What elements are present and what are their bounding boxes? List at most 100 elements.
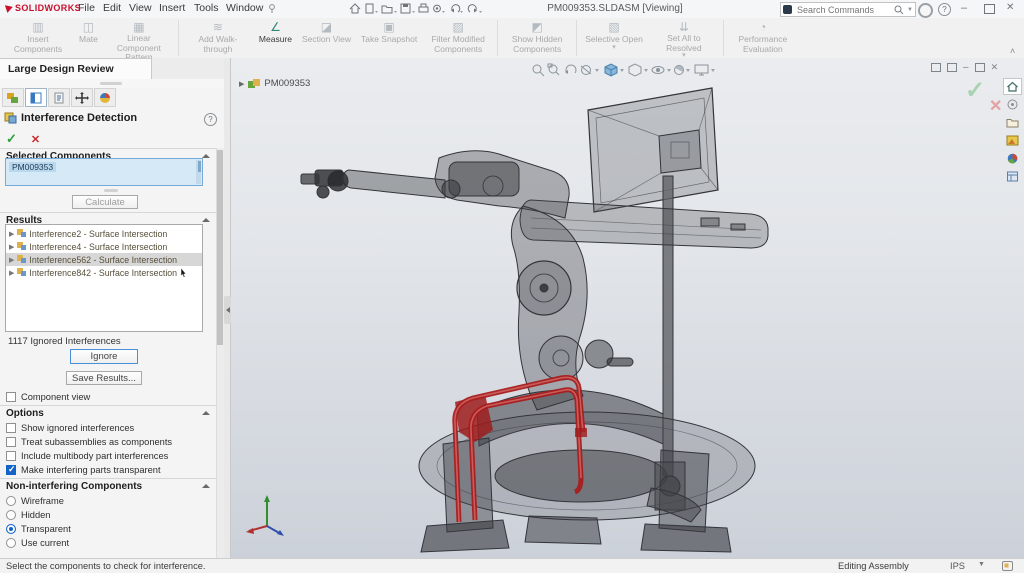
restore-button[interactable] — [984, 4, 995, 14]
tab-large-design-review[interactable]: Large Design Review — [0, 58, 152, 79]
make-transparent-checkbox[interactable] — [6, 464, 16, 475]
panel-scrollbar-thumb[interactable] — [217, 150, 223, 345]
print-icon[interactable] — [418, 3, 429, 13]
search-dropdown-caret[interactable]: ▼ — [907, 7, 913, 13]
panel-drag-handle[interactable] — [100, 82, 122, 85]
file-explorer-tab[interactable] — [1003, 114, 1022, 131]
section-view-button[interactable]: ◪ Section View — [297, 18, 356, 58]
display-style-icon[interactable] — [628, 63, 642, 77]
resources-icon[interactable] — [918, 3, 933, 18]
tree-expand-caret[interactable]: ▶ — [239, 80, 244, 88]
feature-tree-root[interactable]: ▶ PM009353 — [239, 78, 310, 89]
custom-properties-tab[interactable] — [1003, 168, 1022, 185]
edit-appearance-icon[interactable] — [674, 65, 684, 75]
tag-icon[interactable] — [1002, 561, 1013, 571]
redo-icon[interactable] — [467, 4, 482, 13]
transparent-radio[interactable] — [6, 524, 16, 534]
result-item-selected[interactable]: ▶ Interference562 - Surface Intersection — [6, 253, 202, 266]
add-walkthrough-button[interactable]: ≋ Add Walk-through — [182, 18, 254, 58]
design-library-tab[interactable] — [1003, 96, 1022, 113]
result-item[interactable]: ▶ Interference4 - Surface Intersection — [6, 240, 202, 253]
radio-row[interactable]: Hidden — [6, 509, 50, 521]
measure-button[interactable]: ∠ Measure — [254, 18, 297, 58]
confirmation-ok-icon[interactable]: ✓ — [965, 76, 985, 105]
viewport-minimize-button[interactable]: – — [963, 62, 969, 73]
section-non-interfering[interactable]: Non-interfering Components — [0, 478, 216, 492]
minimize-button[interactable]: – — [961, 1, 967, 15]
previous-view-icon[interactable] — [565, 64, 577, 74]
radio-row[interactable]: Use current — [6, 537, 69, 549]
menu-edit[interactable]: Edit — [103, 2, 121, 14]
units-selector[interactable]: IPS — [950, 561, 965, 571]
panel-collapse-handle[interactable] — [224, 296, 231, 324]
linear-component-pattern-button[interactable]: ▦Linear Component Pattern▾ — [103, 18, 175, 69]
tab-configuration-manager[interactable] — [48, 88, 70, 107]
use-current-radio[interactable] — [6, 538, 16, 548]
expand-caret-icon[interactable]: ▶ — [9, 230, 14, 238]
pm-help-icon[interactable]: ? — [204, 113, 217, 126]
zoom-to-area-icon[interactable] — [547, 63, 560, 76]
cancel-button[interactable]: ✕ — [31, 133, 40, 146]
graphics-viewport[interactable]: ▶ PM009353 – ✕ ✓ ✕ — [231, 58, 1024, 558]
box-resize-handle[interactable] — [104, 189, 118, 192]
tab-dimxpert-manager[interactable] — [71, 88, 93, 107]
pin-icon[interactable] — [268, 4, 276, 14]
help-icon[interactable]: ? — [938, 3, 951, 16]
undo-icon[interactable] — [451, 4, 463, 13]
component-view-checkbox-row[interactable]: Component view — [6, 391, 90, 403]
calculate-button[interactable]: Calculate — [72, 195, 138, 209]
treat-subassemblies-checkbox[interactable] — [6, 437, 16, 447]
tab-display-manager[interactable] — [94, 88, 116, 107]
zoom-to-fit-icon[interactable] — [532, 64, 545, 77]
result-item[interactable]: ▶ Interference842 - Surface Intersection — [6, 266, 202, 279]
radio-row[interactable]: Wireframe — [6, 495, 64, 507]
take-snapshot-button[interactable]: ▣ Take Snapshot — [356, 18, 422, 58]
expand-caret-icon[interactable]: ▶ — [9, 269, 14, 277]
viewport-close-button[interactable]: ✕ — [991, 62, 999, 73]
search-input[interactable] — [795, 3, 892, 16]
option-row[interactable]: Make interfering parts transparent — [6, 464, 161, 476]
selective-open-button[interactable]: ▧ Selective Open ▾ — [580, 18, 648, 58]
selection-scrollbar-thumb[interactable] — [198, 161, 201, 172]
section-view-icon[interactable] — [580, 65, 592, 75]
hidden-radio[interactable] — [6, 510, 16, 520]
tab-property-manager[interactable] — [25, 88, 47, 107]
expand-caret-icon[interactable]: ▶ — [9, 243, 14, 251]
units-dropdown-caret[interactable]: ▼ — [978, 561, 985, 568]
pane-split-icon[interactable] — [931, 63, 941, 72]
menu-view[interactable]: View — [129, 2, 152, 14]
dropdown-caret[interactable]: ▾ — [612, 44, 616, 51]
ignore-button[interactable]: Ignore — [70, 349, 138, 364]
home-icon[interactable] — [349, 3, 361, 14]
wireframe-radio[interactable] — [6, 496, 16, 506]
pane-split-icon[interactable] — [947, 63, 957, 72]
expand-caret-icon[interactable]: ▶ — [9, 256, 14, 264]
radio-row[interactable]: Transparent — [6, 523, 71, 535]
confirmation-cancel-icon[interactable]: ✕ — [989, 96, 1002, 116]
set-all-to-resolved-button[interactable]: ⇊ Set All to Resolved ▾ — [648, 18, 720, 59]
viewport-restore-button[interactable] — [974, 63, 985, 72]
appearances-tab[interactable] — [1003, 150, 1022, 167]
show-hidden-components-button[interactable]: ◩ Show Hidden Components — [501, 18, 573, 58]
section-options[interactable]: Options — [0, 405, 216, 419]
search-icon[interactable] — [894, 5, 904, 15]
selected-component-item[interactable]: PM009353 — [9, 162, 57, 172]
option-row[interactable]: Show ignored interferences — [6, 422, 134, 434]
view-orientation-icon[interactable] — [604, 63, 618, 77]
menu-window[interactable]: Window — [226, 2, 263, 14]
option-row[interactable]: Include multibody part interferences — [6, 450, 168, 462]
component-view-checkbox[interactable] — [6, 392, 16, 402]
include-multibody-checkbox[interactable] — [6, 451, 16, 461]
tab-feature-manager[interactable] — [2, 88, 24, 107]
performance-evaluation-button[interactable]: ◔ Performance Evaluation — [727, 18, 799, 58]
menu-file[interactable]: File — [78, 2, 95, 14]
option-row[interactable]: Treat subassemblies as components — [6, 436, 172, 448]
hide-show-items-icon[interactable] — [651, 66, 665, 74]
open-folder-icon[interactable] — [381, 5, 397, 14]
view-settings-icon[interactable] — [694, 64, 709, 76]
ribbon-collapse-caret[interactable]: ˄ — [1010, 46, 1015, 56]
filter-modified-components-button[interactable]: ▨ Filter Modified Components — [422, 18, 494, 58]
menu-insert[interactable]: Insert — [159, 2, 185, 14]
save-results-button[interactable]: Save Results... — [66, 371, 142, 385]
ok-button[interactable]: ✓ — [6, 131, 17, 147]
